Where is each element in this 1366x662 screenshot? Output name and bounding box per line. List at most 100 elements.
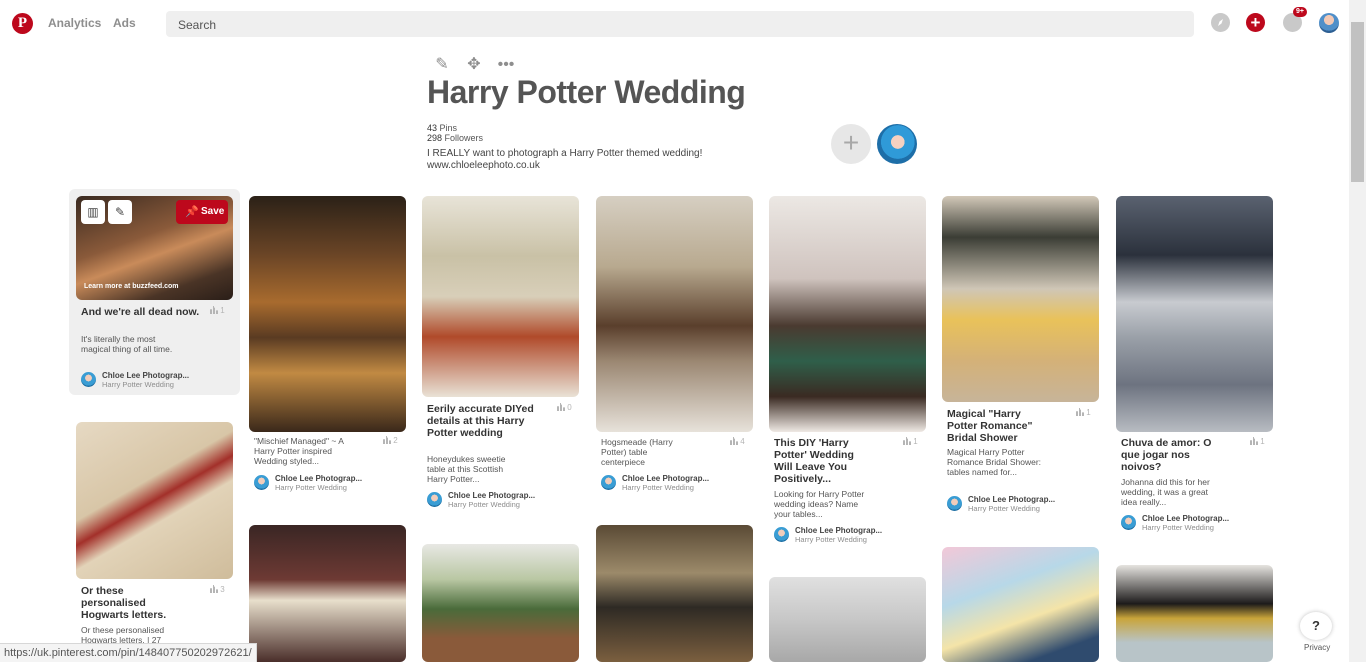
learn-more-domain: buzzfeed.com <box>132 283 179 290</box>
pinner-board: Harry Potter Wedding <box>275 483 347 492</box>
pin-title[interactable]: Or these personalised Hogwarts letters. <box>81 585 181 621</box>
pin-description: Looking for Harry Potter wedding ideas? … <box>774 489 865 519</box>
pin-description: Hogsmeade (Harry Potter) table centerpie… <box>601 437 673 467</box>
board-title: Harry Potter Wedding <box>427 74 746 110</box>
pinner-board: Harry Potter Wedding <box>448 500 520 509</box>
pin-image[interactable] <box>769 196 926 432</box>
pinner-avatar <box>947 496 962 511</box>
pinner-attribution[interactable]: Chloe Lee Photograp... Harry Potter Wedd… <box>774 526 944 546</box>
pin-title[interactable]: Chuva de amor: O que jogar nos noivos? <box>1121 437 1221 473</box>
pinner-attribution[interactable]: Chloe Lee Photograp... Harry Potter Wedd… <box>81 371 251 391</box>
browser-status-url: https://uk.pinterest.com/pin/14840775020… <box>0 643 257 662</box>
pinner-board: Harry Potter Wedding <box>968 504 1040 513</box>
pin-image[interactable] <box>942 196 1099 402</box>
compass-icon[interactable] <box>1211 13 1230 32</box>
pin-description: "Mischief Managed" ~ A Harry Potter insp… <box>254 436 344 466</box>
save-button-label: Save <box>201 206 225 217</box>
pinner-board: Harry Potter Wedding <box>102 380 174 389</box>
pinner-name: Chloe Lee Photograp... <box>622 474 710 483</box>
pin-image[interactable] <box>1116 565 1273 662</box>
pinner-name: Chloe Lee Photograp... <box>795 526 883 535</box>
create-plus-icon[interactable]: + <box>1246 13 1265 32</box>
pinner-attribution[interactable]: Chloe Lee Photograp... Harry Potter Wedd… <box>427 491 597 511</box>
pin-image[interactable] <box>422 196 579 397</box>
pin-edit-button[interactable]: ✎ <box>108 200 132 224</box>
pinner-avatar <box>601 475 616 490</box>
pin-stat: 1 <box>210 306 225 315</box>
pin-title[interactable]: Magical "Harry Potter Romance" Bridal Sh… <box>947 408 1047 444</box>
pin-description: Honeydukes sweetie table at this Scottis… <box>427 454 506 484</box>
followers-count[interactable]: 298 Followers <box>427 133 483 143</box>
pin-image[interactable] <box>249 196 406 432</box>
pinner-board: Harry Potter Wedding <box>622 483 694 492</box>
notification-badge: 9+ <box>1293 7 1307 17</box>
pinner-name: Chloe Lee Photograp... <box>275 474 363 483</box>
pin-icon: 📌 <box>185 206 199 218</box>
pin-image[interactable] <box>596 196 753 432</box>
pinner-board: Harry Potter Wedding <box>1142 523 1214 532</box>
followers-count-label: Followers <box>444 133 484 143</box>
pin-description: It's literally the most magical thing of… <box>81 334 173 354</box>
nav-analytics-link[interactable]: Analytics <box>48 16 101 30</box>
edit-pencil-icon[interactable]: ✎ <box>433 56 451 74</box>
pin-stat: 1 <box>1076 408 1091 417</box>
privacy-link[interactable]: Privacy <box>1304 643 1330 652</box>
pinner-name: Chloe Lee Photograp... <box>968 495 1056 504</box>
pin-image[interactable] <box>422 544 579 662</box>
pin-stat: 2 <box>383 436 398 445</box>
pinner-avatar <box>1121 515 1136 530</box>
board-description: I REALLY want to photograph a Harry Pott… <box>427 148 747 172</box>
pin-stat: 3 <box>210 585 225 594</box>
pinner-attribution[interactable]: Chloe Lee Photograp... Harry Potter Wedd… <box>254 474 424 494</box>
pin-image[interactable] <box>76 422 233 579</box>
save-button[interactable]: 📌 Save <box>176 200 228 224</box>
pin-stats-button[interactable]: ▥ <box>81 200 105 224</box>
pinner-attribution[interactable]: Chloe Lee Photograp... Harry Potter Wedd… <box>1121 514 1291 534</box>
pinner-name: Chloe Lee Photograp... <box>102 371 190 380</box>
pin-title[interactable]: Eerily accurate DIYed details at this Ha… <box>427 403 542 439</box>
pin-description: Magical Harry Potter Romance Bridal Show… <box>947 447 1042 477</box>
pin-image[interactable] <box>249 525 406 662</box>
pins-count-label: Pins <box>439 123 458 133</box>
pin-stat: 0 <box>557 403 572 412</box>
pin-image[interactable] <box>942 547 1099 662</box>
board-description-text: I REALLY want to photograph a Harry Pott… <box>427 148 703 159</box>
board-website-link[interactable]: www.chloeleephoto.co.uk <box>427 160 747 172</box>
pin-stat: 1 <box>903 437 918 446</box>
pinner-avatar <box>81 372 96 387</box>
pin-title[interactable]: And we're all dead now. <box>81 306 201 318</box>
pinner-avatar <box>774 527 789 542</box>
pinner-name: Chloe Lee Photograp... <box>448 491 536 500</box>
nav-ads-link[interactable]: Ads <box>113 16 136 30</box>
learn-more-prefix: Learn more at <box>84 283 131 290</box>
more-icon[interactable]: ••• <box>497 56 515 74</box>
pin-image[interactable] <box>769 577 926 662</box>
move-icon[interactable]: ✥ <box>465 56 483 74</box>
add-collaborator-icon[interactable]: + <box>831 124 871 164</box>
scrollbar-thumb[interactable] <box>1351 22 1364 182</box>
pinner-avatar <box>427 492 442 507</box>
pins-count-value: 43 <box>427 123 438 133</box>
pin-image[interactable] <box>596 525 753 662</box>
pins-count[interactable]: 43 Pins <box>427 123 457 133</box>
board-owner-avatar[interactable] <box>877 124 917 164</box>
pin-title[interactable]: This DIY 'Harry Potter' Wedding Will Lea… <box>774 437 874 485</box>
pinterest-logo-icon[interactable]: P <box>12 13 33 34</box>
pin-stat: 4 <box>730 437 745 446</box>
top-navigation-bar: P Analytics Ads Search + 9+ <box>0 0 1366 48</box>
scrollbar[interactable] <box>1349 0 1366 662</box>
learn-more-link[interactable]: Learn more at buzzfeed.com <box>84 283 179 290</box>
search-input[interactable]: Search <box>166 11 1194 37</box>
pin-description: Or these personalised Hogwarts letters. … <box>81 625 165 643</box>
pinner-avatar <box>254 475 269 490</box>
help-button[interactable]: ? <box>1300 612 1332 640</box>
pinner-board: Harry Potter Wedding <box>795 535 867 544</box>
pin-description: Johanna did this for her wedding, it was… <box>1121 477 1210 507</box>
pinner-attribution[interactable]: Chloe Lee Photograp... Harry Potter Wedd… <box>601 474 771 494</box>
pin-stat: 1 <box>1250 437 1265 446</box>
pinner-attribution[interactable]: Chloe Lee Photograp... Harry Potter Wedd… <box>947 495 1117 515</box>
followers-count-value: 298 <box>427 133 443 143</box>
pin-image[interactable] <box>1116 196 1273 432</box>
pinner-name: Chloe Lee Photograp... <box>1142 514 1230 523</box>
profile-avatar-icon[interactable] <box>1319 13 1339 33</box>
